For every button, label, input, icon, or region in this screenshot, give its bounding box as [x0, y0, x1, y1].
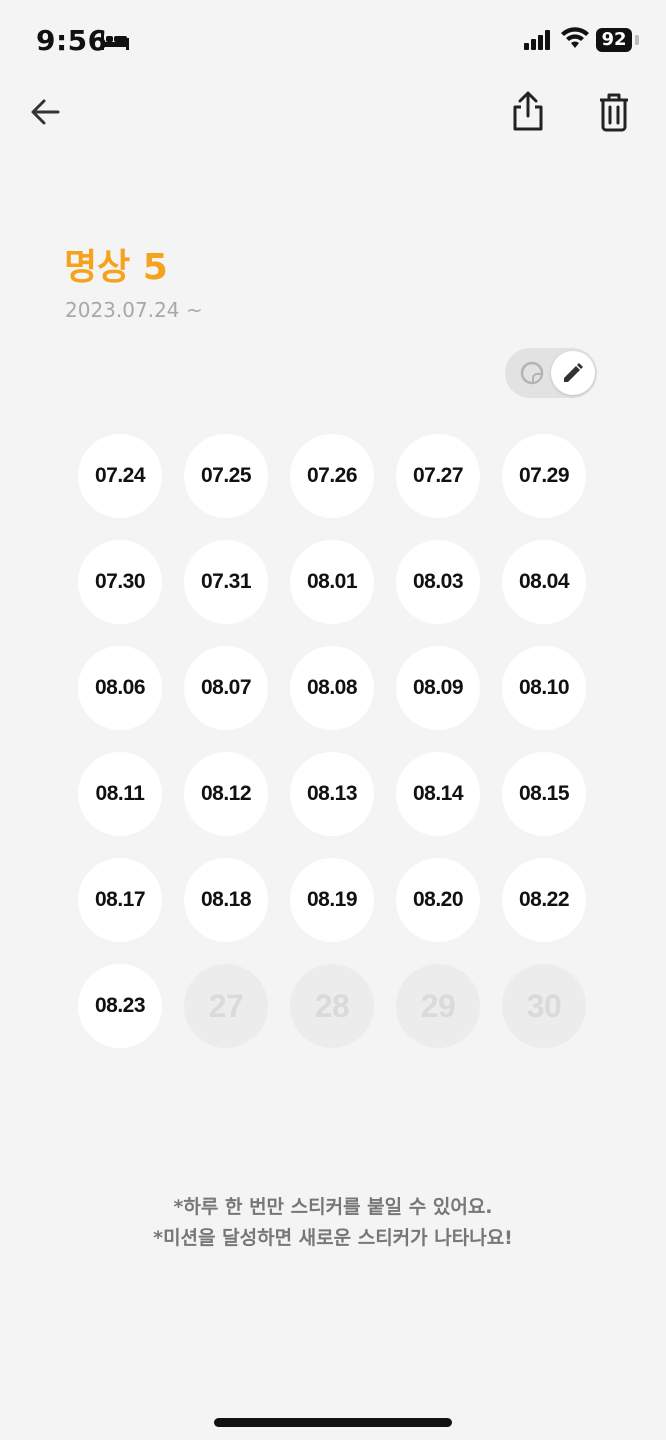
- sticker-date[interactable]: 08.03: [396, 540, 480, 624]
- sticker-date[interactable]: 08.23: [78, 964, 162, 1048]
- back-arrow-icon[interactable]: [26, 92, 66, 132]
- sticker-date[interactable]: 07.25: [184, 434, 268, 518]
- sticker-date[interactable]: 08.22: [502, 858, 586, 942]
- sticker-date[interactable]: 08.09: [396, 646, 480, 730]
- battery-cap: [635, 35, 639, 45]
- mode-toggle[interactable]: [505, 348, 597, 398]
- sticker-date[interactable]: 07.31: [184, 540, 268, 624]
- sticker-slot-empty[interactable]: 30: [502, 964, 586, 1048]
- sticker-date[interactable]: 08.18: [184, 858, 268, 942]
- trash-icon[interactable]: [592, 90, 636, 134]
- sticker-date[interactable]: 08.08: [290, 646, 374, 730]
- sticker-board-screen: 9:56 92 명상 5 2023.07.24 ~ 07.24 07.25 07…: [0, 0, 666, 1440]
- page-title: 명상 5: [64, 247, 168, 288]
- sticker-date[interactable]: 08.15: [502, 752, 586, 836]
- sticker-date[interactable]: 08.10: [502, 646, 586, 730]
- toggle-knob: [551, 351, 595, 395]
- note-line-2: *미션을 달성하면 새로운 스티커가 나타나요!: [153, 1227, 513, 1249]
- home-indicator: [214, 1418, 452, 1427]
- notes: *하루 한 번만 스티커를 붙일 수 있어요. *미션을 달성하면 새로운 스티…: [0, 1192, 666, 1254]
- sticker-date[interactable]: 08.07: [184, 646, 268, 730]
- status-bar: 9:56 92: [0, 0, 666, 80]
- wifi-icon: [561, 27, 589, 48]
- note-line-1: *하루 한 번만 스티커를 붙일 수 있어요.: [173, 1196, 493, 1218]
- sticker-date[interactable]: 08.19: [290, 858, 374, 942]
- battery-icon: 92: [596, 28, 632, 52]
- sticker-icon: [520, 361, 544, 385]
- sticker-date[interactable]: 08.04: [502, 540, 586, 624]
- status-time: 9:56: [36, 24, 108, 57]
- sticker-date[interactable]: 08.17: [78, 858, 162, 942]
- sticker-slot-empty[interactable]: 29: [396, 964, 480, 1048]
- sticker-date[interactable]: 07.24: [78, 434, 162, 518]
- sticker-date[interactable]: 07.30: [78, 540, 162, 624]
- signal-icon: [524, 30, 550, 50]
- start-date: 2023.07.24 ~: [65, 298, 203, 322]
- sticker-date[interactable]: 08.14: [396, 752, 480, 836]
- sticker-date[interactable]: 08.13: [290, 752, 374, 836]
- sticker-date[interactable]: 07.29: [502, 434, 586, 518]
- share-icon[interactable]: [506, 90, 550, 134]
- sticker-slot-empty[interactable]: 27: [184, 964, 268, 1048]
- pencil-icon: [564, 363, 583, 382]
- sticker-date[interactable]: 08.11: [78, 752, 162, 836]
- sticker-date[interactable]: 08.01: [290, 540, 374, 624]
- bed-icon: [101, 32, 129, 50]
- sticker-grid: 07.24 07.25 07.26 07.27 07.29 07.30 07.31 08.01…: [78, 434, 588, 1050]
- sticker-date[interactable]: 08.12: [184, 752, 268, 836]
- sticker-date[interactable]: 08.20: [396, 858, 480, 942]
- sticker-slot-empty[interactable]: 28: [290, 964, 374, 1048]
- sticker-date[interactable]: 07.27: [396, 434, 480, 518]
- sticker-date[interactable]: 08.06: [78, 646, 162, 730]
- sticker-date[interactable]: 07.26: [290, 434, 374, 518]
